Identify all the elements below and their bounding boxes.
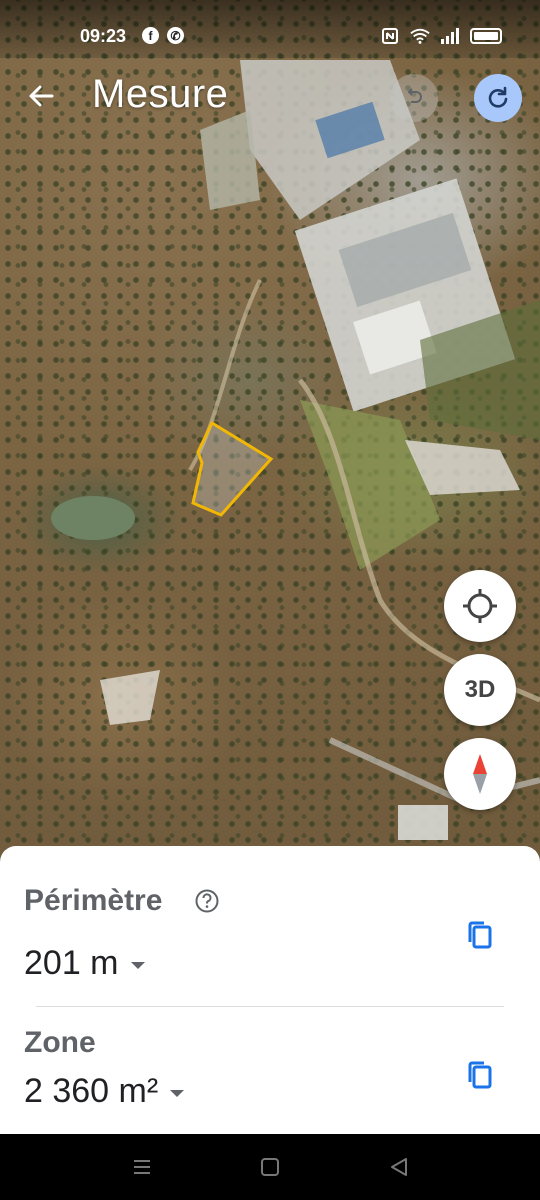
measured-area-polygon <box>191 420 274 517</box>
compass-button[interactable] <box>444 738 516 810</box>
arrow-left-icon <box>29 85 54 107</box>
perimeter-value: 201 m <box>24 944 119 982</box>
battery-icon <box>470 28 502 44</box>
undo-icon <box>407 88 422 103</box>
satellite-map[interactable] <box>0 0 540 860</box>
back-icon[interactable] <box>386 1154 412 1180</box>
dropdown-arrow-icon <box>130 962 145 969</box>
compass-icon <box>473 754 487 794</box>
view-3d-label: 3D <box>464 676 496 703</box>
copy-area-icon[interactable] <box>462 1058 498 1094</box>
map-features <box>51 60 540 840</box>
copy-perimeter-icon[interactable] <box>462 918 498 954</box>
system-navigation-bar <box>0 1134 540 1200</box>
home-icon[interactable] <box>257 1154 283 1180</box>
my-location-icon <box>463 589 497 623</box>
signal-icon <box>440 26 460 46</box>
page-title: Mesure <box>92 72 229 116</box>
status-bar: 09:23 f ✆ <box>0 0 540 58</box>
redo-button[interactable] <box>474 74 522 122</box>
area-value-dropdown[interactable]: 2 360 m² <box>24 1072 185 1111</box>
status-time: 09:23 <box>80 26 127 46</box>
divider <box>36 1006 504 1007</box>
undo-button[interactable] <box>390 74 438 122</box>
wifi-icon <box>410 26 430 46</box>
perimeter-label: Périmètre <box>24 884 163 917</box>
back-button[interactable] <box>22 76 62 116</box>
perimeter-value-dropdown[interactable]: 201 m <box>24 944 145 983</box>
measurement-sheet: Périmètre 201 m Zone 2 360 m² <box>0 846 540 1134</box>
menu-icon[interactable] <box>129 1154 155 1180</box>
my-location-button[interactable] <box>444 570 516 642</box>
redo-icon <box>488 86 508 108</box>
dropdown-arrow-icon <box>170 1090 185 1097</box>
facebook-icon: f <box>142 27 159 44</box>
area-value: 2 360 m² <box>24 1072 159 1110</box>
area-label: Zone <box>24 1026 96 1059</box>
nfc-icon <box>380 26 400 46</box>
whatsapp-icon: ✆ <box>167 27 184 44</box>
view-3d-button[interactable]: 3D <box>444 654 516 726</box>
help-icon[interactable] <box>194 888 220 914</box>
